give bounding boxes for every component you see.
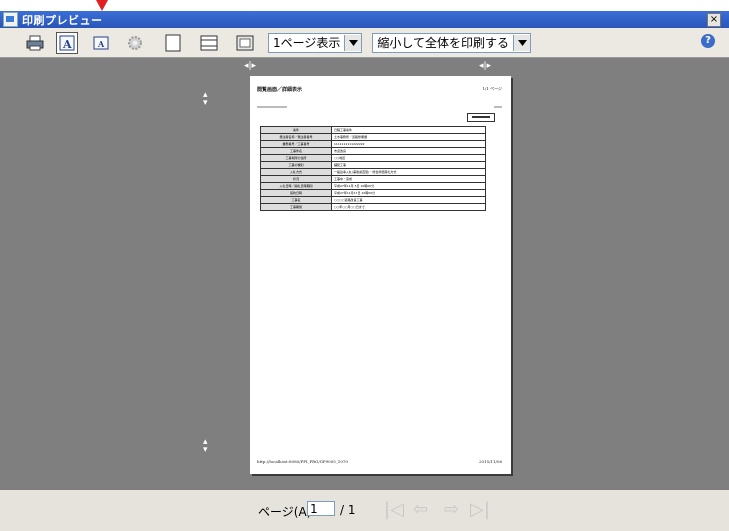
font-large-icon[interactable]: A [56, 31, 78, 54]
table-row: 業務番号／工事番号 1111111111222222 [260, 140, 486, 148]
row-label: 発注者名称／発注者番号 [260, 133, 332, 141]
pointer-marker [96, 0, 108, 11]
row-label: 入札方式 [260, 168, 332, 176]
row-label: 契約日時 [260, 189, 332, 197]
row-value: 平成27年11月17日 10時00分 [331, 189, 486, 197]
row-value: 工事中・完成 [331, 175, 486, 183]
row-value: ○○年○○月○○日まで [331, 203, 486, 211]
title-bar: 印刷プレビュー × [0, 11, 729, 28]
page-header-title: 閲覧画面／詳細表示 [257, 87, 303, 93]
row-value: ○○○○道路改良工事 [331, 196, 486, 204]
svg-text:A: A [62, 38, 72, 51]
detail-table: 案件 日程工事案件 発注者名称／発注者番号 土木事務所／道路整備課 業務番号／工事番号 1… [260, 126, 486, 211]
app-icon [3, 12, 18, 27]
row-value: 市道改良 [331, 147, 486, 155]
row-value: ○○地区 [331, 154, 486, 162]
font-small-icon[interactable]: A [90, 32, 112, 54]
page-footer-date: 2015/11/06 [478, 459, 502, 464]
table-row: 入札方式 一般競争入札(事後審査型)・総合評価落札方式 [260, 168, 486, 176]
view-select[interactable]: 1ページ表示 [268, 32, 363, 53]
help-icon[interactable]: ? [701, 34, 715, 48]
table-row: 入札日時／開札日時期間 平成27年11月 5日 10時00分 [260, 182, 486, 190]
row-label: 状況 [260, 175, 332, 183]
page-box [467, 113, 495, 122]
window-title: 印刷プレビュー [22, 13, 103, 27]
prev-page-icon[interactable]: ⇦ [413, 499, 428, 520]
row-label: 入札日時／開札日時期間 [260, 182, 332, 190]
next-page-icon[interactable]: ⇨ [444, 499, 459, 520]
row-value: 日程工事案件 [331, 126, 486, 134]
table-row: 工事件名 市道改良 [260, 147, 486, 155]
scale-select-value: 縮小して全体を印刷する [377, 36, 510, 50]
row-label: 工事件名 [260, 147, 332, 155]
row-value: 1111111111222222 [331, 140, 486, 148]
chevron-down-icon [344, 34, 362, 51]
table-row: 工事場所の住所 ○○地区 [260, 154, 486, 162]
table-row: 工事期間 ○○年○○月○○日まで [260, 203, 486, 211]
row-label: 工事場所の住所 [260, 154, 332, 162]
view-select-value: 1ページ表示 [273, 36, 341, 50]
preview-area: ◂|▸ ◂|▸ ▴ ▾ ▴ ▾ 閲覧画面／詳細表示 1/1 ページ 案件 日程工事案件… [0, 58, 729, 490]
svg-text:A: A [97, 39, 105, 49]
row-label: 工事の種別 [260, 161, 332, 169]
header-footer-icon[interactable] [198, 32, 220, 54]
print-page: 閲覧画面／詳細表示 1/1 ページ 案件 日程工事案件 発注者名称／発注者番号 土木事… [250, 76, 511, 474]
print-icon[interactable] [24, 32, 46, 54]
row-label: 工事期間 [260, 203, 332, 211]
top-margin-handle[interactable]: ▴ ▾ [203, 91, 208, 108]
first-page-icon[interactable]: |◁ [384, 499, 404, 520]
page-rule [494, 106, 502, 108]
chevron-down-icon [513, 34, 531, 51]
page-rule [257, 106, 287, 108]
table-row: 工事の種別 舗装工事 [260, 161, 486, 169]
row-value: 平成27年11月 5日 10時00分 [331, 182, 486, 190]
page-footer-url: http://localhost:8080/PPI_PRG/GP9005_107… [257, 459, 348, 464]
page-label: ページ(A) [258, 505, 312, 519]
table-row: 状況 工事中・完成 [260, 175, 486, 183]
settings-icon[interactable] [124, 32, 146, 54]
row-label: 工事名 [260, 196, 332, 204]
page-header-number: 1/1 ページ [482, 86, 502, 91]
right-margin-handle[interactable]: ◂|▸ [479, 61, 491, 71]
left-margin-handle[interactable]: ◂|▸ [244, 61, 256, 71]
fit-page-icon[interactable] [234, 32, 256, 54]
scale-select[interactable]: 縮小して全体を印刷する [372, 32, 532, 53]
page-number-input[interactable]: 1 [307, 501, 335, 516]
row-value: 舗装工事 [331, 161, 486, 169]
table-row: 発注者名称／発注者番号 土木事務所／道路整備課 [260, 133, 486, 141]
row-value: 一般競争入札(事後審査型)・総合評価落札方式 [331, 168, 486, 176]
last-page-icon[interactable]: ▷| [470, 499, 490, 520]
table-row: 案件 日程工事案件 [260, 126, 486, 134]
table-row: 契約日時 平成27年11月17日 10時00分 [260, 189, 486, 197]
status-bar: ページ(A) 1 / 1 |◁ ⇦ ⇨ ▷| [0, 490, 729, 531]
page-view-icon[interactable] [162, 32, 184, 54]
close-button[interactable]: × [707, 13, 721, 27]
bottom-margin-handle[interactable]: ▴ ▾ [203, 438, 208, 455]
row-label: 業務番号／工事番号 [260, 140, 332, 148]
page-total: / 1 [340, 503, 356, 517]
table-row: 工事名 ○○○○道路改良工事 [260, 196, 486, 204]
toolbar: A A 1ページ表示 縮小して全体を印刷する ? [0, 28, 729, 58]
row-label: 案件 [260, 126, 332, 134]
row-value: 土木事務所／道路整備課 [331, 133, 486, 141]
